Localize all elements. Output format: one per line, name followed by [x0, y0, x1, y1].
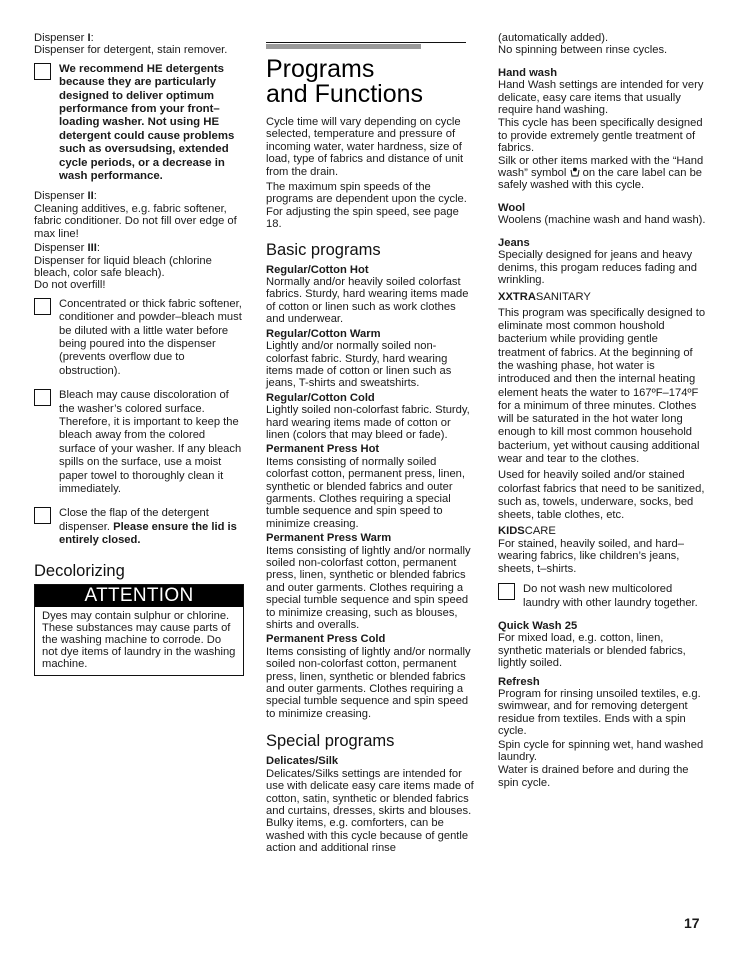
- program-name: Permanent Press Warm: [266, 532, 392, 545]
- middle-column: Programs and Functions Cycle time will va…: [266, 42, 476, 855]
- note-checkbox-icon: [34, 62, 51, 80]
- program-description: Delicates/Silks settings are intended fo…: [266, 767, 474, 817]
- program-description: For stained, heavily soiled, and hard–we…: [498, 537, 684, 575]
- dispenser-3-warning: Do not overfill!: [34, 279, 106, 292]
- program-description: Silk or other items marked with the “Han…: [498, 154, 704, 192]
- note-checkbox-icon: [34, 297, 51, 315]
- note-checkbox-icon: [498, 583, 515, 601]
- left-column: Dispenser I: Dispenser for detergent, st…: [34, 32, 244, 676]
- program-name-xxtrasanitary: XXTRASANITARY: [498, 291, 591, 304]
- delicates-continued: No spinning between rinse cycles.: [498, 44, 668, 57]
- basic-programs-heading: Basic programs: [266, 240, 381, 259]
- right-column: (automatically added). No spinning betwe…: [498, 32, 708, 789]
- program-description: Items consisting of lightly and/or norma…: [266, 544, 471, 632]
- attention-box: ATTENTION Dyes may contain sulphur or ch…: [34, 583, 244, 676]
- program-description: Lightly and/or normally soiled non-color…: [266, 340, 452, 390]
- note-checkbox-icon: [34, 389, 51, 407]
- page-number: 17: [684, 915, 700, 931]
- hand-wash-icon: [570, 167, 579, 177]
- note-concentrated-softener: Concentrated or thick fabric softener, c…: [34, 297, 244, 378]
- program-name: Refresh: [498, 675, 540, 688]
- special-programs-heading: Special programs: [266, 732, 395, 751]
- program-description: Items consisting of lightly and/or norma…: [266, 645, 471, 720]
- title-gray-bar: [266, 44, 421, 49]
- program-name: Regular/Cotton Cold: [266, 391, 375, 404]
- program-name: Quick Wash 25: [498, 619, 578, 632]
- page-title: Programs and Functions: [266, 55, 424, 108]
- program-name: Permanent Press Cold: [266, 633, 386, 646]
- program-description: Spin cycle for spinning wet, hand washed…: [498, 738, 704, 763]
- program-name: Delicates/Silk: [266, 755, 339, 768]
- note-bleach-discoloration: Bleach may cause discoloration of the wa…: [34, 389, 244, 496]
- program-description: Water is drained before and during the s…: [498, 764, 689, 789]
- program-description: For mixed load, e.g. cotton, linen, synt…: [498, 632, 686, 670]
- program-description: Bulky items, e.g. comforters, can be was…: [266, 817, 469, 855]
- program-name: Hand wash: [498, 66, 558, 79]
- attention-text: Dyes may contain sulphur or chlorine. Th…: [42, 609, 236, 671]
- program-name: Jeans: [498, 236, 530, 249]
- dispenser-3-text: Dispenser for liquid bleach (chlorine bl…: [34, 254, 212, 279]
- program-name: Regular/Cotton Hot: [266, 263, 369, 276]
- attention-heading: ATTENTION: [35, 584, 243, 607]
- program-description: Woolens (machine wash and hand wash).: [498, 214, 706, 227]
- dispenser-3-label: Dispenser III:: [34, 242, 100, 255]
- program-description: Program for rinsing unsoiled textiles, e…: [498, 687, 701, 738]
- program-description: This cycle has been specifically designe…: [498, 117, 703, 155]
- program-description: Specially designed for jeans and heavy d…: [498, 249, 698, 286]
- program-name: Wool: [498, 201, 526, 214]
- program-name: Regular/Cotton Warm: [266, 327, 381, 340]
- dispenser-1-label: Dispenser I:: [34, 32, 94, 44]
- program-description: Items consisting of normally soiled colo…: [266, 455, 465, 530]
- note-he-detergent: We recommend HE detergents because they …: [34, 62, 244, 184]
- dispenser-1-text: Dispenser for detergent, stain remover.: [34, 44, 228, 57]
- intro-cycle-time: Cycle time will vary depending on cycle …: [266, 116, 464, 178]
- basic-programs-list: Regular/Cotton Hot Normally and/or heavil…: [266, 264, 476, 721]
- program-description: Normally and/or heavily soiled colorfast…: [266, 276, 469, 326]
- program-name-kidscare: KIDSCARE: [498, 525, 556, 538]
- delicates-continued: (automatically added).: [498, 32, 609, 44]
- program-description: Lightly soiled non-colorfast fabric. Stu…: [266, 404, 470, 441]
- note-close-flap: Close the flap of the detergent dispense…: [34, 507, 244, 547]
- note-multicolored-laundry: Do not wash new multicolored laundry wit…: [498, 583, 708, 610]
- program-description: Used for heavily soiled and/or stained c…: [498, 469, 705, 522]
- program-description: Hand Wash settings are intended for very…: [498, 79, 704, 117]
- dispenser-2-label: Dispenser II:: [34, 190, 97, 203]
- decolorizing-heading: Decolorizing: [34, 561, 125, 580]
- program-name: Permanent Press Hot: [266, 443, 380, 456]
- dispenser-2-text: Cleaning additives, e.g. fabric softener…: [34, 202, 237, 240]
- program-description: This program was specifically designed t…: [498, 306, 706, 465]
- intro-spin-speed: The maximum spin speeds of the programs …: [266, 181, 467, 231]
- title-rule: [266, 42, 466, 43]
- note-checkbox-icon: [34, 507, 51, 525]
